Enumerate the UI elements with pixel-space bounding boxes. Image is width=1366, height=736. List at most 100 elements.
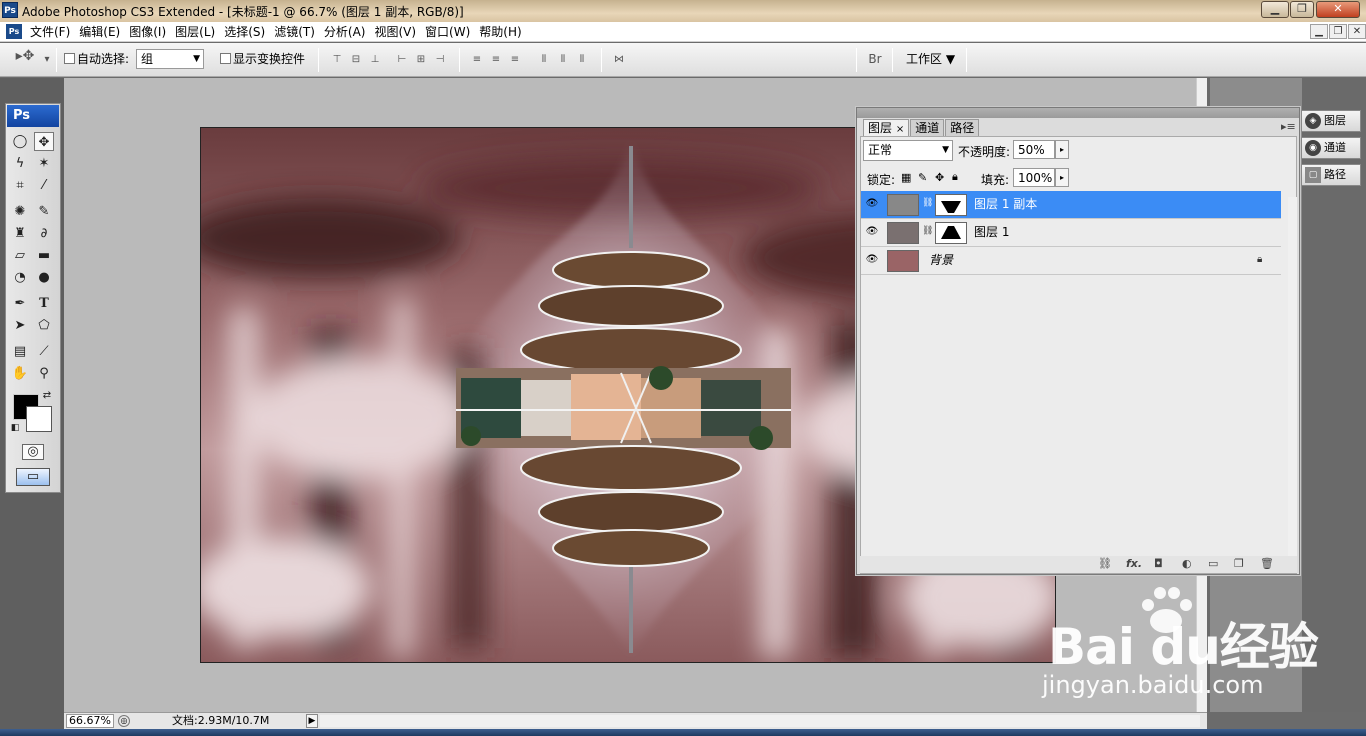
crop-tool-icon[interactable]: ⌗ bbox=[10, 176, 30, 195]
slice-tool-icon[interactable]: ⁄ bbox=[34, 176, 54, 195]
history-brush-tool-icon[interactable]: ∂ bbox=[34, 224, 54, 243]
menu-image[interactable]: 图像(I) bbox=[127, 24, 173, 40]
screen-mode-icon[interactable]: ▭ bbox=[16, 468, 50, 486]
new-group-icon[interactable]: ▭ bbox=[1208, 557, 1218, 570]
layer-mask-thumbnail[interactable] bbox=[935, 222, 967, 244]
align-vcenter-icon[interactable]: ⊟ bbox=[349, 53, 363, 66]
default-colors-icon[interactable]: ◧ bbox=[9, 422, 21, 434]
gradient-tool-icon[interactable]: ▬ bbox=[34, 246, 54, 265]
link-chain-icon[interactable]: ⛓︎ bbox=[922, 226, 933, 236]
preview-icon[interactable]: ◎ bbox=[118, 715, 130, 727]
doc-restore-button[interactable]: ❐ bbox=[1329, 24, 1347, 39]
link-chain-icon[interactable]: ⛓︎ bbox=[922, 198, 933, 208]
auto-select-dropdown[interactable]: 组 ▼ bbox=[136, 49, 204, 69]
lock-all-icon[interactable]: 🔒︎ bbox=[952, 170, 958, 184]
path-selection-tool-icon[interactable]: ➤ bbox=[10, 316, 30, 335]
distribute-bottom-icon[interactable]: ≡ bbox=[508, 53, 522, 66]
move-tool-icon[interactable]: ✥ bbox=[34, 132, 54, 151]
lock-image-icon[interactable]: ✎ bbox=[918, 171, 927, 184]
visibility-eye-icon[interactable]: 👁︎ bbox=[864, 196, 880, 212]
blend-mode-dropdown[interactable]: 正常 ▼ bbox=[863, 140, 953, 161]
link-layers-icon[interactable]: ⛓︎ bbox=[1098, 557, 1112, 570]
pen-tool-icon[interactable]: ✒ bbox=[10, 294, 30, 313]
fx-icon[interactable]: fx. bbox=[1126, 557, 1142, 570]
menu-help[interactable]: 帮助(H) bbox=[477, 24, 528, 40]
opacity-slider-arrow-icon[interactable]: ▸ bbox=[1055, 140, 1069, 159]
menu-analysis[interactable]: 分析(A) bbox=[322, 24, 373, 40]
blur-tool-icon[interactable]: ◔ bbox=[10, 268, 30, 287]
show-transform-checkbox[interactable] bbox=[220, 53, 231, 64]
dock-button-channels[interactable]: ◉ 通道 bbox=[1301, 137, 1361, 159]
workspace-button[interactable]: 工作区 ▼ bbox=[906, 52, 955, 66]
close-button[interactable]: ✕ bbox=[1316, 1, 1360, 18]
app-menu-icon[interactable]: Ps bbox=[6, 24, 22, 39]
fill-input[interactable]: 100% bbox=[1013, 168, 1055, 187]
layer-row[interactable]: 👁︎ ⛓︎ 图层 1 副本 bbox=[861, 191, 1281, 219]
distribute-top-icon[interactable]: ≡ bbox=[470, 53, 484, 66]
tab-layers[interactable]: 图层 × bbox=[863, 119, 910, 136]
brush-tool-icon[interactable]: ✎ bbox=[34, 202, 54, 221]
status-menu-arrow-icon[interactable]: ▶ bbox=[306, 714, 318, 728]
eyedropper-tool-icon[interactable]: ⟋ bbox=[34, 342, 54, 361]
quick-mask-icon[interactable]: ◎ bbox=[22, 444, 44, 460]
move-tool-preset-icon[interactable]: ▸✥ bbox=[14, 49, 36, 63]
align-top-icon[interactable]: ⊤ bbox=[330, 53, 344, 66]
swap-colors-icon[interactable]: ⇄ bbox=[40, 389, 54, 403]
distribute-hcenter-icon[interactable]: ⫴ bbox=[556, 53, 570, 66]
background-color-swatch[interactable] bbox=[26, 406, 52, 432]
menu-window[interactable]: 窗口(W) bbox=[423, 24, 477, 40]
chevron-down-icon[interactable]: ▾ bbox=[40, 53, 54, 66]
tab-channels[interactable]: 通道 bbox=[910, 119, 945, 136]
dodge-tool-icon[interactable]: ● bbox=[34, 268, 54, 287]
visibility-eye-icon[interactable]: 👁︎ bbox=[864, 252, 880, 268]
panel-menu-icon[interactable]: ▸≡ bbox=[1281, 120, 1296, 133]
bridge-icon[interactable]: Br bbox=[865, 53, 885, 66]
dock-button-paths[interactable]: ▢ 路径 bbox=[1301, 164, 1361, 186]
auto-align-layers-icon[interactable]: ⋈ bbox=[612, 53, 626, 66]
menu-file[interactable]: 文件(F) bbox=[28, 24, 77, 40]
marquee-tool-icon[interactable]: ◯ bbox=[10, 132, 30, 151]
align-hcenter-icon[interactable]: ⊞ bbox=[414, 53, 428, 66]
align-left-icon[interactable]: ⊢ bbox=[395, 53, 409, 66]
minimize-button[interactable]: ▁ bbox=[1261, 1, 1289, 18]
menu-layer[interactable]: 图层(L) bbox=[173, 24, 222, 40]
menu-filter[interactable]: 滤镜(T) bbox=[272, 24, 322, 40]
new-layer-icon[interactable]: ❐ bbox=[1234, 557, 1244, 570]
healing-brush-tool-icon[interactable]: ✺ bbox=[10, 202, 30, 221]
delete-layer-icon[interactable]: 🗑︎ bbox=[1260, 557, 1274, 570]
hand-tool-icon[interactable]: ✋ bbox=[10, 364, 30, 383]
zoom-field[interactable]: 66.67% bbox=[66, 714, 114, 728]
opacity-input[interactable]: 50% bbox=[1013, 140, 1055, 159]
visibility-eye-icon[interactable]: 👁︎ bbox=[864, 224, 880, 240]
eraser-tool-icon[interactable]: ▱ bbox=[10, 246, 30, 265]
fill-slider-arrow-icon[interactable]: ▸ bbox=[1055, 168, 1069, 187]
lock-transparent-icon[interactable]: ▦ bbox=[901, 171, 911, 184]
doc-close-button[interactable]: ✕ bbox=[1348, 24, 1366, 39]
dock-button-layers[interactable]: ◈ 图层 bbox=[1301, 110, 1361, 132]
close-icon[interactable]: × bbox=[896, 124, 904, 135]
lock-position-icon[interactable]: ✥ bbox=[935, 171, 944, 184]
align-bottom-icon[interactable]: ⊥ bbox=[368, 53, 382, 66]
clone-stamp-tool-icon[interactable]: ♜ bbox=[10, 224, 30, 243]
distribute-left-icon[interactable]: ⫴ bbox=[537, 53, 551, 66]
layer-mask-thumbnail[interactable] bbox=[935, 194, 967, 216]
show-transform-option[interactable]: 显示变换控件 bbox=[220, 52, 305, 66]
magic-wand-tool-icon[interactable]: ✶ bbox=[34, 154, 54, 173]
zoom-tool-icon[interactable]: ⚲ bbox=[34, 364, 54, 383]
horizontal-scrollbar[interactable] bbox=[320, 715, 1200, 727]
adjustment-layer-icon[interactable]: ◐ bbox=[1182, 557, 1192, 570]
menu-edit[interactable]: 编辑(E) bbox=[77, 24, 127, 40]
distribute-vcenter-icon[interactable]: ≡ bbox=[489, 53, 503, 66]
panel-header[interactable] bbox=[857, 108, 1299, 118]
auto-select-option[interactable]: 自动选择: bbox=[64, 52, 129, 66]
auto-select-checkbox[interactable] bbox=[64, 53, 75, 64]
notes-tool-icon[interactable]: ▤ bbox=[10, 342, 30, 361]
tab-paths[interactable]: 路径 bbox=[945, 119, 980, 136]
align-right-icon[interactable]: ⊣ bbox=[433, 53, 447, 66]
layer-row[interactable]: 👁︎ 背景 🔒︎ bbox=[861, 247, 1281, 275]
menu-view[interactable]: 视图(V) bbox=[372, 24, 423, 40]
menu-select[interactable]: 选择(S) bbox=[222, 24, 272, 40]
doc-minimize-button[interactable]: ▁ bbox=[1310, 24, 1328, 39]
add-mask-icon[interactable]: ◘ bbox=[1154, 557, 1163, 570]
lasso-tool-icon[interactable]: ϟ bbox=[10, 154, 30, 173]
